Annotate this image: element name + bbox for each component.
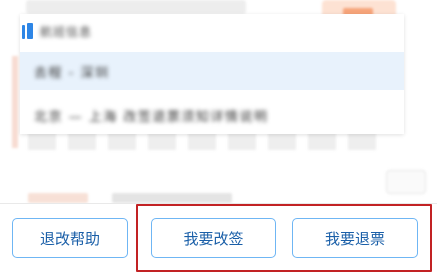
document-icon [22, 23, 34, 39]
option-label: 北京 — 上海 改签退票须知详情说明 [34, 109, 269, 125]
flight-select-dropdown: 航班信息 去程 - 深圳 北京 — 上海 改签退票须知详情说明 [20, 14, 404, 134]
dropdown-option[interactable]: 北京 — 上海 改签退票须知详情说明 [20, 96, 404, 134]
background-contact-label [28, 193, 88, 203]
ticket-detail-page: 航班信息 去程 - 深圳 北京 — 上海 改签退票须知详情说明 退改帮助 我要改… [0, 0, 437, 276]
dropdown-title: 航班信息 [40, 24, 93, 39]
change-ticket-button[interactable]: 我要改签 [151, 218, 276, 258]
option-label: 去程 - 深圳 [34, 65, 110, 81]
background-help-button[interactable] [386, 170, 426, 194]
dropdown-header: 航班信息 [20, 14, 404, 48]
background-accent-strip [12, 56, 18, 148]
background-phone [112, 193, 232, 203]
refund-ticket-button[interactable]: 我要退票 [292, 218, 418, 258]
dropdown-option-selected[interactable]: 去程 - 深圳 [20, 52, 404, 90]
background-title [26, 0, 246, 14]
refund-change-help-button[interactable]: 退改帮助 [12, 218, 128, 258]
